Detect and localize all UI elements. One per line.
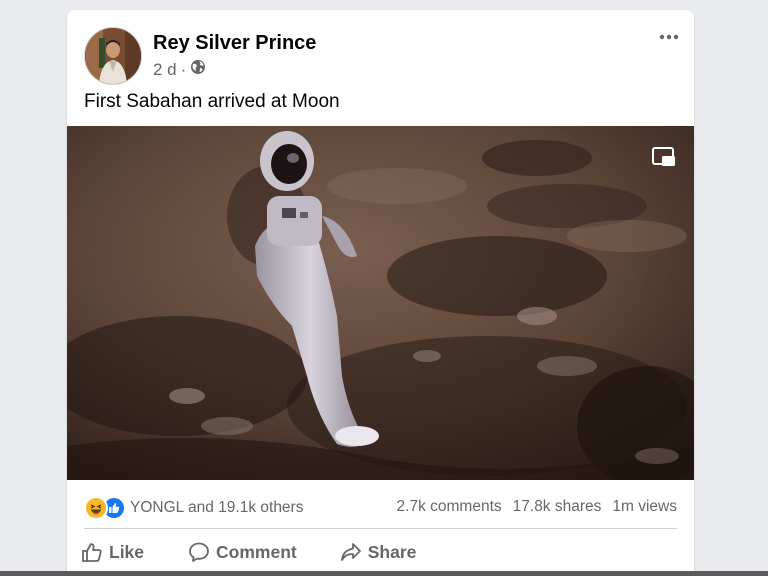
- post-meta: 2 d ·: [153, 59, 206, 80]
- reactors-text[interactable]: YONGL and 19.1k others: [130, 497, 303, 519]
- reactions-summary[interactable]: YONGL and 19.1k others: [84, 496, 303, 520]
- like-button[interactable]: Like: [81, 541, 144, 563]
- author-name[interactable]: Rey Silver Prince: [153, 32, 316, 55]
- comment-button[interactable]: Comment: [188, 541, 297, 563]
- like-label: Like: [109, 541, 145, 562]
- video-frame: [67, 126, 694, 480]
- picture-in-picture-icon[interactable]: [651, 146, 677, 168]
- globe-icon: [190, 59, 206, 80]
- haha-reaction-icon: [84, 496, 108, 520]
- comment-label: Comment: [216, 541, 297, 562]
- thumbs-up-icon: [81, 541, 103, 563]
- avatar[interactable]: [84, 27, 142, 85]
- share-label: Share: [367, 541, 417, 562]
- share-arrow-icon: [340, 541, 362, 563]
- views-count: 1m views: [612, 498, 677, 515]
- share-button[interactable]: Share: [340, 541, 417, 563]
- action-bar: Like Comment Share: [81, 538, 680, 566]
- divider: [84, 528, 677, 529]
- comments-count[interactable]: 2.7k comments: [397, 496, 502, 518]
- post-card: Rey Silver Prince 2 d · First Sabahan ar…: [67, 10, 694, 576]
- shares-count[interactable]: 17.8k shares: [513, 496, 602, 518]
- video-player[interactable]: [67, 126, 694, 480]
- horizontal-scrollbar[interactable]: [0, 571, 768, 576]
- more-options-icon[interactable]: [658, 30, 680, 44]
- meta-separator: ·: [180, 59, 187, 79]
- engagement-counts: 2.7k comments 17.8k shares 1m views: [397, 496, 677, 518]
- comment-icon: [188, 541, 210, 563]
- post-text: First Sabahan arrived at Moon: [84, 91, 340, 112]
- post-time[interactable]: 2 d: [153, 60, 177, 80]
- engagement-bar: YONGL and 19.1k others 2.7k comments 17.…: [84, 496, 677, 520]
